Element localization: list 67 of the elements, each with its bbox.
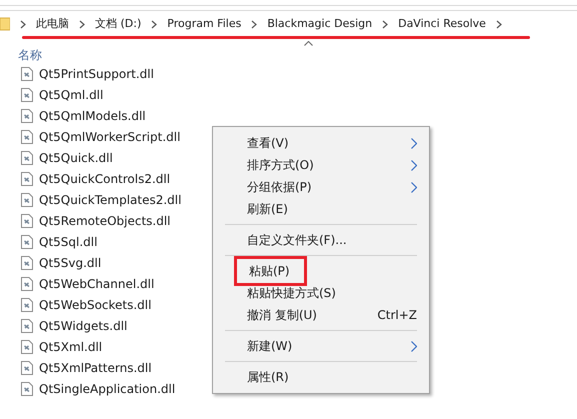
file-name[interactable]: Qt5Xml.dll [39, 338, 102, 356]
file-name[interactable]: Qt5QuickTemplates2.dll [39, 190, 182, 208]
file-name[interactable]: Qt5QmlWorkerScript.dll [39, 128, 180, 146]
file-name[interactable]: Qt5Qml.dll [39, 86, 104, 104]
file-icon [21, 214, 33, 228]
file-icon [21, 382, 33, 396]
file-icon [21, 360, 33, 374]
file-icon [21, 234, 33, 248]
folder-icon [0, 17, 10, 31]
breadcrumb-item[interactable]: Blackmagic Design [267, 16, 372, 32]
file-icon [21, 276, 33, 290]
menu-item[interactable]: 刷新(E) [215, 198, 427, 220]
file-icon [21, 298, 33, 312]
breadcrumb-item[interactable]: DaVinci Resolve [398, 16, 486, 32]
file-name[interactable]: Qt5Widgets.dll [39, 316, 128, 334]
file-icon [21, 150, 33, 164]
chevron-icon [496, 20, 502, 28]
file-name[interactable]: Qt5PrintSupport.dll [39, 64, 154, 82]
chevron-icon [79, 20, 85, 28]
menu-item[interactable]: 属性(R) [215, 366, 427, 388]
file-icon [21, 192, 33, 206]
menu-item[interactable]: 分组依据(P) [215, 176, 427, 198]
sort-caret-icon [304, 41, 313, 46]
menu-item-label: 排序方式(O) [247, 157, 314, 174]
menu-item[interactable]: 撤消 复制(U) Ctrl+Z [215, 304, 427, 326]
file-name[interactable]: Qt5XmlPatterns.dll [39, 358, 152, 376]
menu-item[interactable]: 排序方式(O) [215, 154, 427, 176]
file-name[interactable]: Qt5Svg.dll [39, 254, 102, 272]
chevron-icon [382, 20, 388, 28]
file-icon [21, 130, 33, 144]
file-icon [21, 108, 33, 122]
shortcut-text: Ctrl+Z [377, 307, 417, 324]
file-name[interactable]: Qt5Sql.dll [39, 232, 98, 250]
breadcrumb-item[interactable]: 此电脑 [36, 16, 69, 32]
menu-item[interactable]: 自定义文件夹(F)... [215, 229, 427, 251]
file-icon [21, 340, 33, 354]
menu-item-label: 分组依据(P) [247, 179, 312, 196]
chevron-icon [151, 20, 158, 28]
chevron-icon [251, 20, 258, 28]
menu-item-label: 刷新(E) [247, 201, 288, 218]
file-name[interactable]: Qt5WebSockets.dll [39, 296, 152, 314]
breadcrumb-item[interactable]: Program Files [167, 16, 242, 32]
menu-item[interactable]: 粘贴快捷方式(S) [215, 282, 427, 304]
menu-item-label: 自定义文件夹(F)... [247, 232, 347, 249]
menu-item-label: 粘贴(P) [237, 259, 304, 283]
menu-item-label: 撤消 复制(U) [247, 307, 317, 324]
menu-item-label: 属性(R) [247, 369, 289, 386]
file-icon [21, 318, 33, 332]
file-name[interactable]: Qt5Quick.dll [39, 148, 113, 166]
file-icon [21, 256, 33, 270]
menu-item-label: 新建(W) [247, 338, 292, 355]
file-name[interactable]: Qt5WebChannel.dll [39, 274, 154, 292]
breadcrumb-item[interactable]: 文档 (D:) [95, 16, 142, 32]
menu-item-label: 查看(V) [247, 135, 289, 152]
menu-item[interactable]: 新建(W) [215, 335, 427, 357]
menu-item[interactable]: 粘贴(P) [215, 260, 427, 282]
file-name[interactable]: Qt5RemoteObjects.dll [39, 212, 171, 230]
menu-item[interactable]: 查看(V) [215, 132, 427, 154]
column-header[interactable]: 名称 [18, 46, 42, 64]
file-icon [21, 172, 33, 186]
menu-item-label: 粘贴快捷方式(S) [247, 285, 336, 302]
file-name[interactable]: QtSingleApplication.dll [39, 380, 176, 398]
file-icon [21, 66, 33, 80]
chevron-icon [20, 20, 26, 28]
file-icon [21, 88, 33, 102]
file-name[interactable]: Qt5QmlModels.dll [39, 106, 146, 124]
file-name[interactable]: Qt5QuickControls2.dll [39, 170, 170, 188]
